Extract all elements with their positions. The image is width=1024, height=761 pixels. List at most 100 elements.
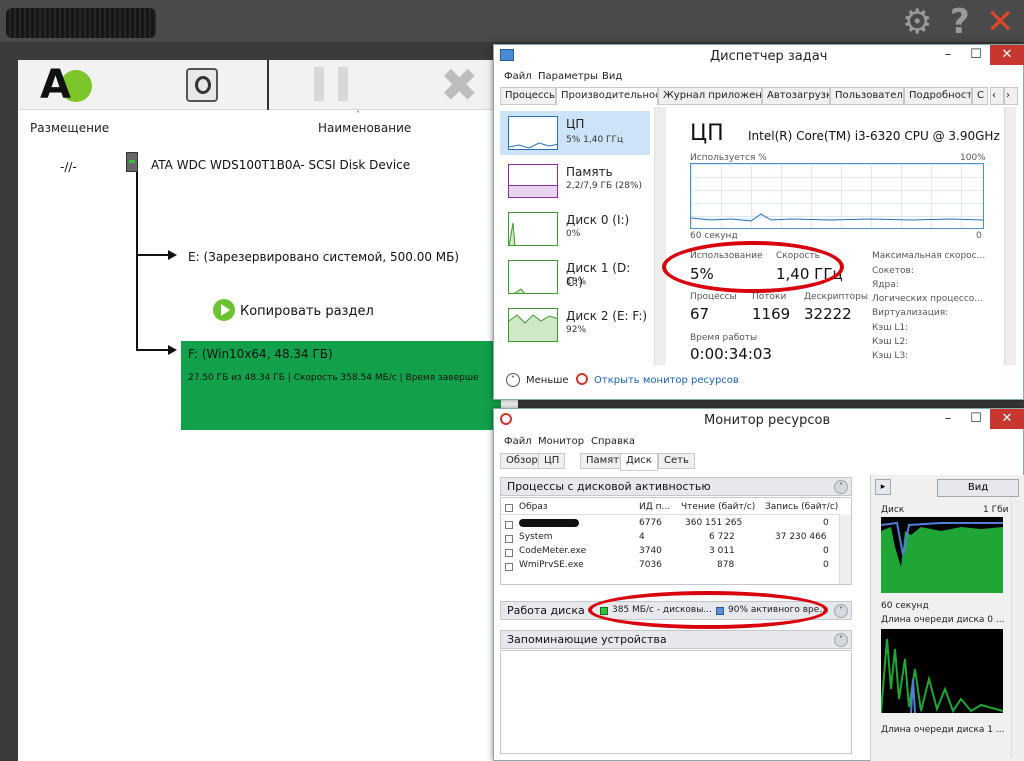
sidebar-item-disk0[interactable]: Диск 0 (I:) 0% <box>500 207 650 251</box>
row3-read: 3 011 <box>709 546 735 556</box>
copy-partition-button[interactable]: Копировать раздел <box>240 304 374 319</box>
sidebar-scrollbar[interactable] <box>654 107 666 365</box>
close-window-button[interactable]: ✕ <box>990 45 1024 65</box>
tree-line-vertical <box>136 172 138 350</box>
sidebar-item-memory[interactable]: Память 2,2/7,9 ГБ (28%) <box>500 159 650 203</box>
row2-write: 37 230 466 <box>775 532 827 542</box>
redacted-scribble <box>6 8 156 38</box>
disk0-thumb <box>508 212 558 246</box>
row-checkbox[interactable] <box>505 549 513 557</box>
tab-scroll-right-icon[interactable]: › <box>1004 87 1018 105</box>
toolbar: A ✖ <box>18 58 518 112</box>
fewer-details-icon[interactable]: ˄ <box>506 373 520 387</box>
threads-label: Потоки <box>752 292 787 302</box>
tab-users[interactable]: Пользователи <box>830 87 904 105</box>
resmon-menu-monitor[interactable]: Монитор <box>538 436 584 447</box>
disk-icon <box>126 152 138 172</box>
expand-icon[interactable]: ˅ <box>834 604 848 618</box>
redacted-process-name <box>519 519 579 527</box>
column-placement[interactable]: Размещение <box>30 121 109 135</box>
minimize-button[interactable]: – <box>934 45 962 65</box>
col-write[interactable]: Запись (байт/с) <box>765 502 838 512</box>
disk-platter <box>195 76 211 94</box>
col-image[interactable]: Образ <box>519 502 548 512</box>
collapse-graphs-icon[interactable]: ▸ <box>875 479 891 495</box>
memory-fill <box>509 185 557 197</box>
disk-processes-header[interactable]: Процессы с дисковой активностью ˄ <box>500 477 852 496</box>
col-read[interactable]: Чтение (байт/с) <box>681 502 755 512</box>
row2-pid: 4 <box>639 532 645 542</box>
row-checkbox[interactable] <box>505 563 513 571</box>
resmon-maximize-button[interactable]: ☐ <box>962 409 990 429</box>
details-scrollbar[interactable] <box>1004 107 1016 365</box>
tree-line-e <box>136 254 170 256</box>
column-name[interactable]: Наименование <box>318 121 411 135</box>
resmon-menu-help[interactable]: Справка <box>591 436 635 447</box>
expand-icon[interactable]: ˅ <box>834 633 848 647</box>
menu-options[interactable]: Параметры <box>538 71 598 82</box>
gear-icon[interactable]: ⚙ <box>902 2 932 42</box>
red-annotation-ring <box>662 241 844 293</box>
menu-view[interactable]: Вид <box>602 71 622 82</box>
tab-startup[interactable]: Автозагрузка <box>762 87 830 105</box>
resmon-tab-cpu[interactable]: ЦП <box>538 453 566 469</box>
performance-sidebar: ЦП 5% 1,40 ГГц Память 2,2/7,9 ГБ (28%) Д… <box>500 107 660 365</box>
sidebar-item-disk2[interactable]: Диск 2 (E: F:) 92% <box>500 303 650 347</box>
disk-device-label[interactable]: ATA WDC WDS100T1B0A- SCSI Disk Device <box>151 158 410 172</box>
graphs-scrollbar[interactable] <box>1011 501 1024 759</box>
col-pid[interactable]: ИД п... <box>639 502 670 512</box>
resmon-tab-network[interactable]: Сеть <box>658 453 695 469</box>
tree-arrow-e <box>168 250 177 260</box>
maximize-button[interactable]: ☐ <box>962 45 990 65</box>
sidebar-memory-sub: 2,2/7,9 ГБ (28%) <box>566 181 643 191</box>
row1-pid: 6776 <box>639 518 662 528</box>
sidebar-disk2-name: Диск 2 (E: F:) <box>566 309 648 323</box>
resmon-tab-disk[interactable]: Диск <box>620 453 658 471</box>
resmon-minimize-button[interactable]: – <box>934 409 962 429</box>
max-speed-label: Максимальная скорос... <box>872 251 986 261</box>
disk-tool-icon[interactable] <box>186 68 218 102</box>
pause-icon[interactable] <box>314 67 324 101</box>
table-scrollbar[interactable] <box>839 515 851 584</box>
tab-details[interactable]: Подробности <box>904 87 972 105</box>
menu-file[interactable]: Файл <box>504 71 532 82</box>
disk2-thumb <box>508 308 558 342</box>
tree-line-f <box>136 349 170 351</box>
fewer-details-button[interactable]: Меньше <box>526 375 569 386</box>
cpu-thumb <box>508 116 558 150</box>
partition-f-progress[interactable]: F: (Win10x64, 48.34 ГБ) 27.50 ГБ из 48.3… <box>181 341 501 430</box>
help-icon[interactable]: ? <box>950 2 970 42</box>
tab-processes[interactable]: Процессы <box>500 87 556 105</box>
open-resource-monitor-link[interactable]: Открыть монитор ресурсов <box>594 375 739 386</box>
sidebar-memory-name: Память <box>566 165 613 179</box>
row2-image: System <box>519 532 553 542</box>
row-checkbox[interactable] <box>505 535 513 543</box>
resmon-close-button[interactable]: ✕ <box>990 409 1024 429</box>
close-icon[interactable]: ✕ <box>986 2 1015 42</box>
tab-services[interactable]: С <box>972 87 988 105</box>
sidebar-item-cpu[interactable]: ЦП 5% 1,40 ГГц <box>500 111 650 155</box>
collapse-icon[interactable]: ˄ <box>834 480 848 494</box>
threads-value: 1169 <box>752 305 791 323</box>
select-all-checkbox[interactable] <box>505 504 513 512</box>
storage-header[interactable]: Запоминающие устройства ˅ <box>500 630 852 649</box>
copy-partition-play-icon[interactable] <box>213 299 235 321</box>
tab-app-history[interactable]: Журнал приложений <box>658 87 762 105</box>
row4-image: WmiPrvSE.exe <box>519 560 584 570</box>
memory-thumb <box>508 164 558 198</box>
sidebar-item-disk1[interactable]: Диск 1 (D: C:) 18% <box>500 255 650 299</box>
app-logo-icon[interactable]: A <box>40 62 94 108</box>
view-button[interactable]: Вид <box>937 479 1019 497</box>
disk1-thumb <box>508 260 558 294</box>
virtualization-label: Виртуализация: <box>872 308 949 318</box>
partition-e-label[interactable]: E: (Зарезервировано системой, 500.00 МБ) <box>188 250 459 264</box>
queue0-label: Длина очереди диска 0 ... <box>881 615 1005 625</box>
sidebar-cpu-name: ЦП <box>566 117 585 131</box>
tab-performance[interactable]: Производительность <box>556 87 658 106</box>
resmon-menu-file[interactable]: Файл <box>504 436 532 447</box>
row-checkbox[interactable] <box>505 521 513 529</box>
processes-label: Процессы <box>690 292 737 302</box>
cancel-icon[interactable]: ✖ <box>440 58 479 112</box>
tab-scroll-left-icon[interactable]: ‹ <box>990 87 1004 105</box>
storage-panel <box>500 650 852 754</box>
